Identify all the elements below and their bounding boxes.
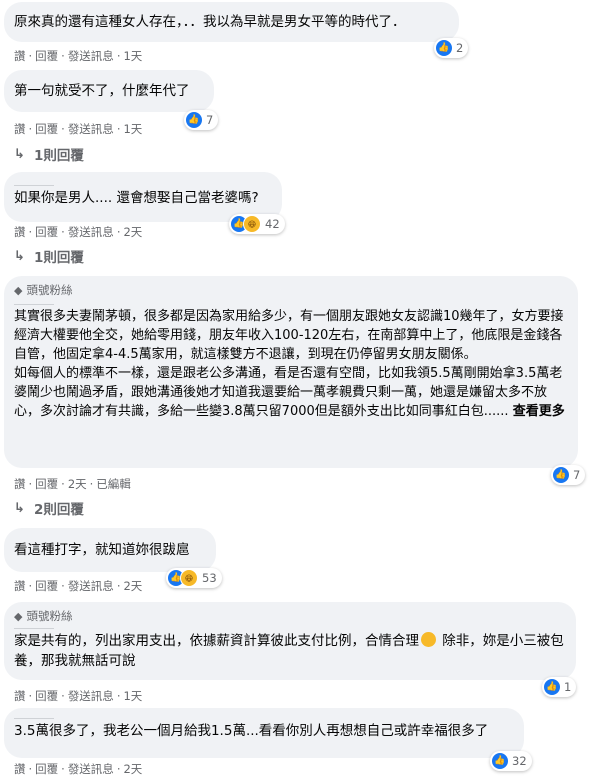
comment-text: 3.5萬很多了，我老公一個月給我1.5萬...看看你別人再想想自己或許幸福很多了 <box>14 723 489 739</box>
send-message-link[interactable]: 發送訊息 <box>68 49 114 63</box>
reply-link[interactable]: 回覆 <box>35 762 58 776</box>
timestamp[interactable]: 1天 <box>123 122 142 136</box>
reply-arrow-icon: ↳ <box>14 500 25 516</box>
like-link[interactable]: 讚 <box>14 225 26 239</box>
like-link[interactable]: 讚 <box>14 579 26 593</box>
redacted-name <box>14 298 54 305</box>
like-link[interactable]: 讚 <box>14 477 26 491</box>
send-message-link[interactable]: 發送訊息 <box>68 689 114 703</box>
like-link[interactable]: 讚 <box>14 689 26 703</box>
comment-actions: 讚 · 回覆 · 發送訊息 · 2天 <box>14 225 143 239</box>
view-replies-link[interactable]: ↳ 1則回覆 <box>14 246 84 267</box>
like-link[interactable]: 讚 <box>14 122 26 136</box>
like-reaction-icon: 👍 <box>544 679 560 695</box>
diamond-icon: ◆ <box>14 283 23 297</box>
comment-text: 看這種打字，就知道妳很跋扈 <box>14 542 190 558</box>
view-replies-link[interactable]: ↳ 2則回覆 <box>14 498 84 519</box>
comment-text: 原來真的還有這種女人存在，．．我以為早就是男女平等的時代了． <box>14 14 406 30</box>
like-link[interactable]: 讚 <box>14 762 26 776</box>
redacted-name <box>14 714 54 719</box>
comment-text: 其實很多夫妻鬧茅頓，很多都是因為家用給多少，有一個朋友跟她女友認識10幾年了，女… <box>14 309 565 419</box>
timestamp[interactable]: 1天 <box>123 689 142 703</box>
reaction-count[interactable]: 👍 😆 42 <box>229 214 285 234</box>
send-message-link[interactable]: 發送訊息 <box>68 762 114 776</box>
edited-label: 已編輯 <box>96 477 131 491</box>
top-fan-badge: ◆ 頭號粉絲 <box>14 609 73 623</box>
reply-arrow-icon: ↳ <box>14 146 25 162</box>
send-message-link[interactable]: 發送訊息 <box>68 122 114 136</box>
comment-text: 如果你是男人.... 還會想娶自己當老婆嗎? <box>14 190 259 206</box>
comment-actions: 讚 · 回覆 · 2天 · 已編輯 <box>14 477 131 491</box>
like-reaction-icon: 👍 <box>553 467 569 483</box>
thinking-emoji-icon <box>421 632 436 647</box>
comment-actions: 讚 · 回覆 · 發送訊息 · 1天 <box>14 49 143 63</box>
see-more-link[interactable]: 查看更多 <box>513 404 565 419</box>
comment-bubble: ◆ 頭號粉絲 其實很多夫妻鬧茅頓，很多都是因為家用給多少，有一個朋友跟她女友認識… <box>4 276 578 468</box>
reply-link[interactable]: 回覆 <box>35 122 58 136</box>
timestamp[interactable]: 2天 <box>123 225 142 239</box>
send-message-link[interactable]: 發送訊息 <box>68 225 114 239</box>
reply-link[interactable]: 回覆 <box>35 225 58 239</box>
reply-link[interactable]: 回覆 <box>35 689 58 703</box>
like-reaction-icon: 👍 <box>436 40 452 56</box>
comment-actions: 讚 · 回覆 · 發送訊息 · 2天 <box>14 579 143 593</box>
reaction-count[interactable]: 👍 😆 53 <box>166 568 222 588</box>
reply-link[interactable]: 回覆 <box>35 579 58 593</box>
redacted-name <box>14 624 54 629</box>
comment-actions: 讚 · 回覆 · 發送訊息 · 2天 <box>14 762 143 776</box>
like-reaction-icon: 👍 <box>186 112 202 128</box>
reply-link[interactable]: 回覆 <box>35 477 58 491</box>
reaction-count[interactable]: 👍 2 <box>434 38 469 58</box>
timestamp[interactable]: 2天 <box>123 579 142 593</box>
comment-bubble: 看這種打字，就知道妳很跋扈 <box>4 528 216 572</box>
comment-bubble: 原來真的還有這種女人存在，．．我以為早就是男女平等的時代了． <box>4 2 459 42</box>
comment-actions: 讚 · 回覆 · 發送訊息 · 1天 <box>14 689 143 703</box>
haha-reaction-icon: 😆 <box>243 215 261 233</box>
redacted-name <box>14 177 54 186</box>
like-link[interactable]: 讚 <box>14 49 26 63</box>
reaction-count[interactable]: 👍 1 <box>542 677 577 697</box>
comment-bubble: ◆ 頭號粉絲 家是共有的，列出家用支出，依據薪資計算彼此支付比例，合情合理 除非… <box>4 602 576 680</box>
timestamp[interactable]: 2天 <box>123 762 142 776</box>
comment-actions: 讚 · 回覆 · 發送訊息 · 1天 <box>14 122 143 136</box>
like-reaction-icon: 👍 <box>492 753 508 769</box>
timestamp[interactable]: 1天 <box>123 49 142 63</box>
comment-bubble: 3.5萬很多了，我老公一個月給我1.5萬...看看你別人再想想自己或許幸福很多了 <box>4 708 524 758</box>
reaction-count[interactable]: 👍 7 <box>184 110 219 130</box>
view-replies-link[interactable]: ↳ 1則回覆 <box>14 144 84 165</box>
reaction-count[interactable]: 👍 32 <box>490 751 532 771</box>
reaction-count[interactable]: 👍 7 <box>551 465 586 485</box>
diamond-icon: ◆ <box>14 609 23 623</box>
haha-reaction-icon: 😆 <box>180 569 198 587</box>
comment-text: 第一句就受不了，什麼年代了 <box>14 83 190 99</box>
reply-arrow-icon: ↳ <box>14 248 25 264</box>
send-message-link[interactable]: 發送訊息 <box>68 579 114 593</box>
comment-text: 家是共有的，列出家用支出，依據薪資計算彼此支付比例，合情合理 除非，妳是小三被包… <box>14 632 564 669</box>
comment-bubble: 第一句就受不了，什麼年代了 <box>4 70 214 112</box>
top-fan-badge: ◆ 頭號粉絲 <box>14 283 73 297</box>
reply-link[interactable]: 回覆 <box>35 49 58 63</box>
timestamp[interactable]: 2天 <box>68 477 87 491</box>
